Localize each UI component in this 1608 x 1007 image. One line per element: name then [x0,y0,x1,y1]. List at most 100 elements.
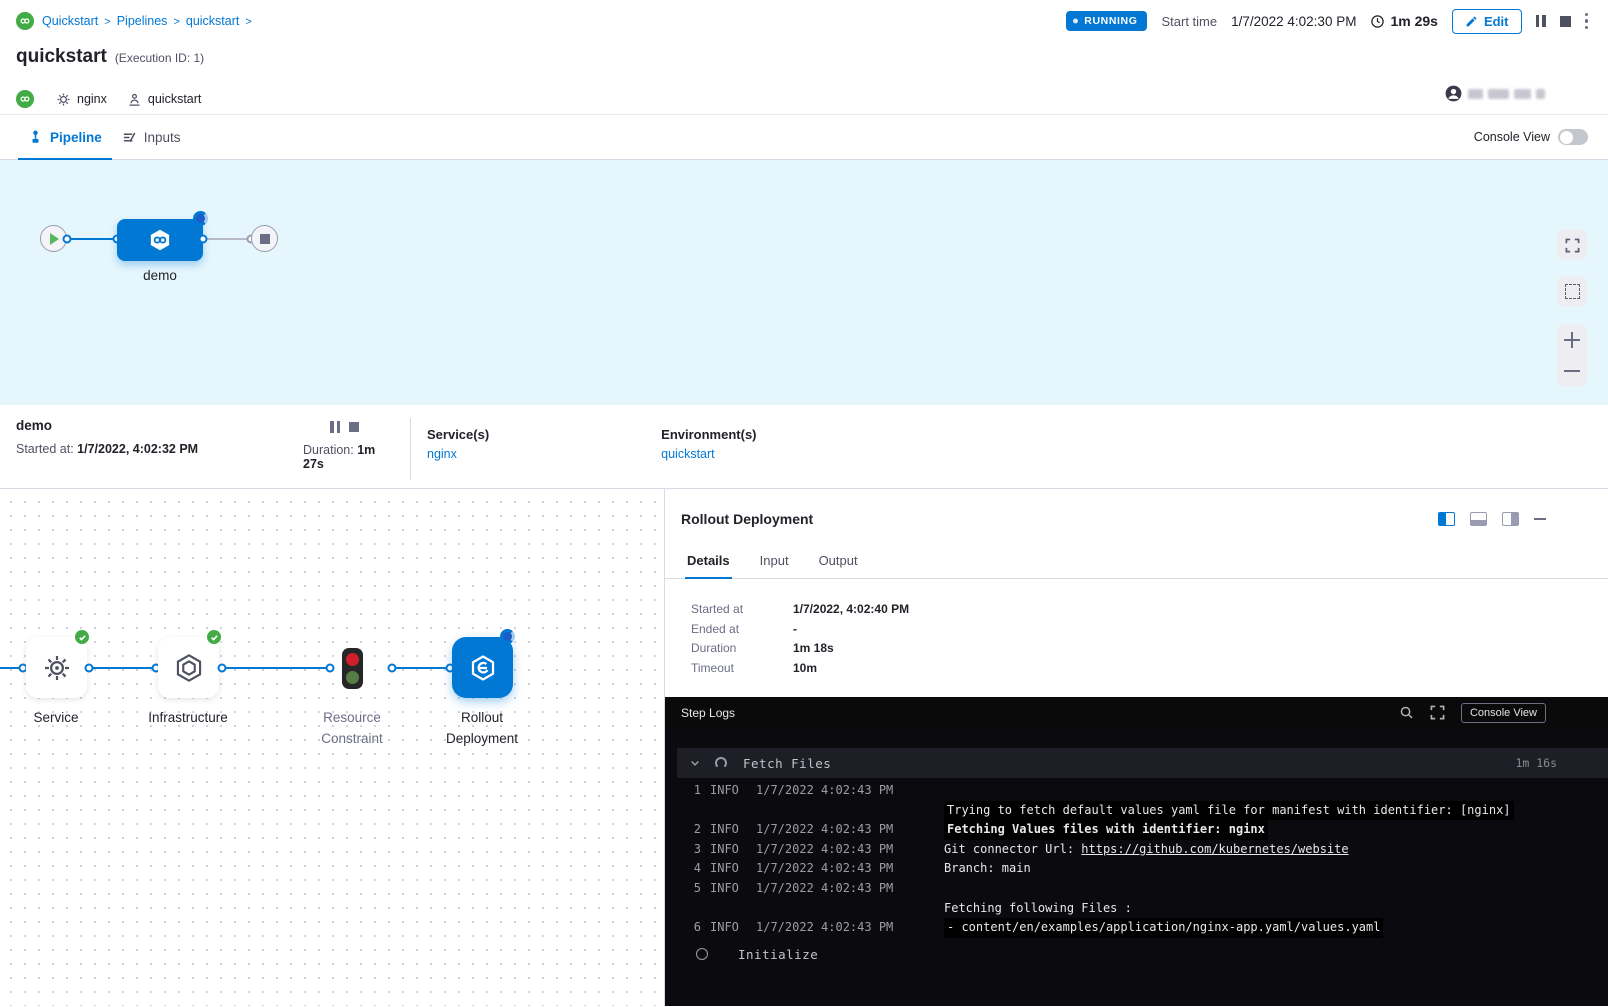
pause-icon [330,421,340,433]
layout-split-side-icon[interactable] [1502,512,1519,526]
step-details-table: Started at1/7/2022, 4:02:40 PM Ended at-… [665,579,1608,697]
pause-execution-button[interactable] [1536,15,1546,27]
console-view-label: Console View [1474,130,1550,144]
step-node-infrastructure[interactable] [158,637,219,698]
pipeline-execution-page: Quickstart Pipelines quickstart RUNNING … [0,0,1608,1007]
gear-icon [56,92,71,107]
log-line: 3INFO1/7/2022 4:02:43 PMGit connector Ur… [665,840,1608,860]
check-icon [210,633,219,642]
edge-start-to-demo [66,238,117,240]
top-bar: Quickstart Pipelines quickstart RUNNING … [0,0,1608,42]
fullscreen-icon[interactable] [1430,705,1445,720]
layout-split-right-icon[interactable] [1438,512,1455,526]
detail-value: 1/7/2022, 4:02:40 PM [793,600,909,620]
execution-graph-canvas[interactable]: Service Infrastructure Resource Constrai… [0,489,664,1006]
execution-status-group: RUNNING Start time 1/7/2022 4:02:30 PM 1… [1066,9,1588,34]
fullscreen-icon [1565,238,1580,253]
fullscreen-button[interactable] [1557,230,1587,260]
zoom-in-button[interactable] [1564,332,1580,348]
detail-value: 1m 18s [793,639,834,659]
step-detail-panel: Rollout Deployment Details Input Output … [664,489,1608,1006]
stop-icon [349,422,359,432]
log-console[interactable]: Fetch Files 1m 16s 1INFO1/7/2022 4:02:43… [665,728,1608,1006]
environment-link[interactable]: quickstart [661,447,756,461]
infrastructure-icon [173,652,205,684]
inputs-icon [122,130,137,145]
log-line: Fetching following Files : [665,899,1608,919]
page-title: quickstart [16,46,107,68]
git-connector-link[interactable]: https://github.com/kubernetes/website [1081,842,1348,856]
log-line: 1INFO1/7/2022 4:02:43 PM [665,781,1608,801]
breadcrumb-pipelines[interactable]: Pipelines [117,14,180,28]
stage-name: demo [16,418,303,433]
log-line: Trying to fetch default values yaml file… [665,801,1608,821]
stage-node-demo[interactable] [117,219,203,261]
gear-icon [41,652,73,684]
tab-details[interactable]: Details [685,547,732,578]
stage-pause-button[interactable] [330,421,340,433]
search-icon[interactable] [1399,705,1414,720]
console-view-toggle[interactable] [1558,129,1588,145]
breadcrumb-project[interactable]: Quickstart [42,14,111,28]
rollout-deployment-icon [468,653,498,683]
fit-selection-button[interactable] [1557,276,1587,306]
log-section-fetch-files[interactable]: Fetch Files 1m 16s [677,748,1608,778]
selection-icon [1565,284,1580,299]
tab-input[interactable]: Input [758,547,791,578]
log-lines: 1INFO1/7/2022 4:02:43 PM Trying to fetch… [665,778,1608,938]
pending-circle-icon [696,948,708,960]
detail-label: Started at [691,600,793,620]
layout-split-bottom-icon[interactable] [1470,512,1487,526]
step-label-service: Service [1,708,111,729]
step-logs: Step Logs Console View Fetch Files 1m 16… [665,697,1608,1006]
pause-icon [1536,15,1546,27]
elapsed-time: 1m 29s [1370,13,1437,29]
environment-tag[interactable]: quickstart [127,92,202,107]
success-badge [74,629,90,645]
step-node-resource-constraint[interactable] [342,648,363,689]
step-label-rollout-deployment: Rollout Deployment [427,708,537,750]
step-node-service[interactable] [26,637,87,698]
more-options-button[interactable] [1585,13,1589,30]
step-node-rollout-deployment[interactable] [452,637,513,698]
tab-pipeline[interactable]: Pipeline [18,115,112,159]
kebab-menu-icon [1585,13,1589,30]
step-panel-title: Rollout Deployment [681,511,813,527]
detail-value: 10m [793,659,817,679]
step-panel-tabs: Details Input Output [665,547,1608,579]
detail-label: Timeout [691,659,793,679]
start-time-value: 1/7/2022 4:02:30 PM [1231,14,1356,29]
edit-button[interactable]: Edit [1452,9,1522,34]
tab-output[interactable]: Output [817,547,860,578]
stage-duration: Duration: 1m 27s [303,443,396,471]
start-time-label: Start time [1161,14,1217,29]
stage-stop-button[interactable] [349,422,359,432]
console-view-toggle-group: Console View [1474,129,1588,145]
stage-started: Started at: 1/7/2022, 4:02:32 PM [16,442,303,456]
log-line: 4INFO1/7/2022 4:02:43 PMBranch: main [665,859,1608,879]
zoom-out-button[interactable] [1564,363,1580,379]
console-view-button[interactable]: Console View [1461,703,1546,723]
user-info-redacted [1444,84,1545,103]
log-section-name: Fetch Files [743,756,831,771]
log-line: 5INFO1/7/2022 4:02:43 PM [665,879,1608,899]
environments-block: Environment(s) quickstart [645,418,756,488]
detail-label: Duration [691,639,793,659]
stage-graph-canvas[interactable]: demo [0,160,1608,405]
service-link[interactable]: nginx [427,447,489,461]
log-section-initialize[interactable]: Initialize [696,947,1608,962]
running-spinner-badge [500,629,515,644]
stage-summary-bar: demo Started at: 1/7/2022, 4:02:32 PM Du… [0,405,1608,489]
red-light-icon [346,653,359,666]
tab-inputs[interactable]: Inputs [112,115,191,159]
zoom-controls [1557,324,1587,386]
log-section-duration: 1m 16s [1515,756,1557,770]
minimize-panel-icon[interactable] [1534,518,1546,521]
pipeline-icon [28,130,43,145]
service-tag[interactable]: nginx [56,92,107,107]
edge-demo-to-end [203,238,251,240]
breadcrumb-pipeline-name[interactable]: quickstart [186,14,252,28]
end-node[interactable] [251,225,278,252]
running-spinner-badge [193,211,208,226]
abort-execution-button[interactable] [1560,16,1571,27]
